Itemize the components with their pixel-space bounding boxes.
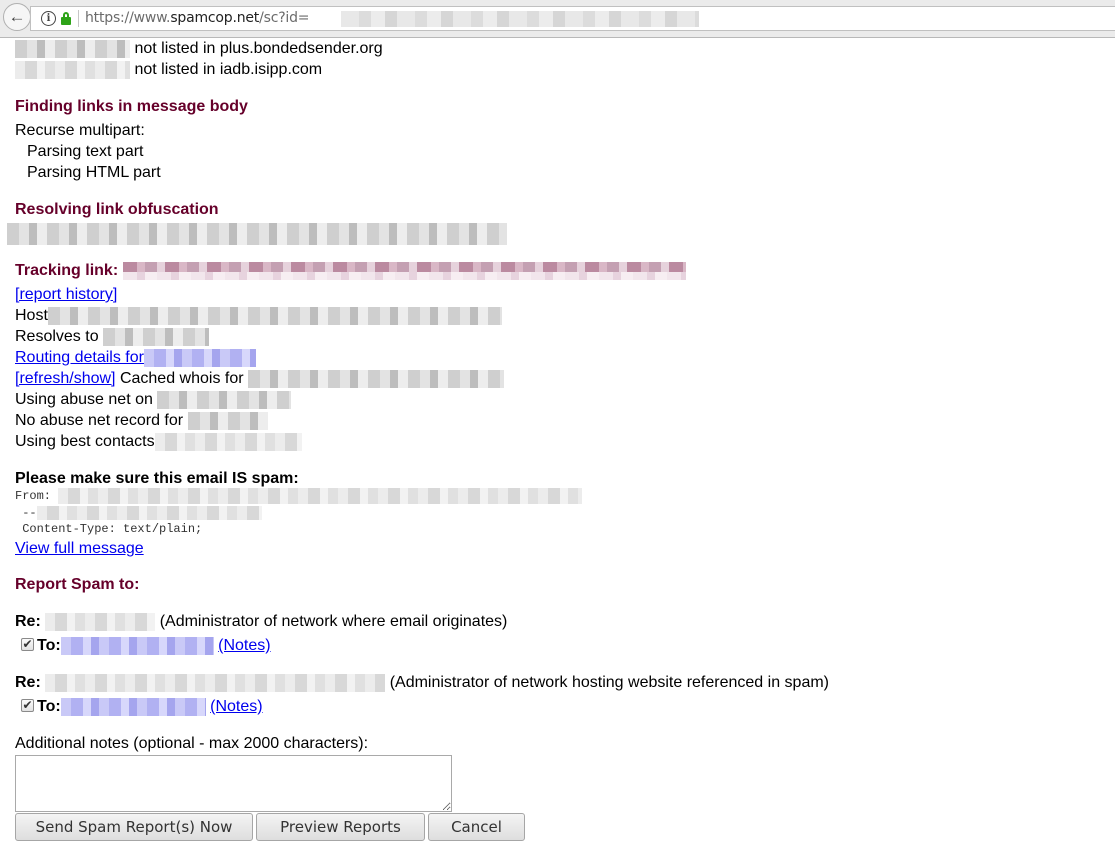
resolving-heading: Resolving link obfuscation <box>15 201 219 218</box>
parse-text-line: Parsing text part <box>27 143 144 160</box>
report-heading: Report Spam to: <box>15 576 140 593</box>
parse-html-line: Parsing HTML part <box>27 164 161 181</box>
redacted-domain <box>187 411 268 430</box>
content-type-line: Content-Type: text/plain; <box>15 522 203 536</box>
preview-reports-button[interactable]: Preview Reports <box>256 813 425 841</box>
refresh-show-link[interactable]: [refresh/show] <box>15 370 115 387</box>
redacted-network <box>45 673 386 692</box>
recipient-2-checkbox[interactable]: ✔ <box>21 699 34 712</box>
redacted-from <box>58 488 583 504</box>
notes-link[interactable]: (Notes) <box>218 637 270 654</box>
listing-line: not listed in iadb.isipp.com <box>15 59 322 80</box>
resolves-line: Resolves to <box>15 326 210 347</box>
recipient-re-line: Re: (Administrator of network hosting we… <box>15 673 829 692</box>
separator-line: -- <box>15 505 262 522</box>
redacted-host <box>47 306 502 325</box>
browser-toolbar: ← i https://www.spamcop.net/sc?id= <box>0 0 1115 38</box>
redacted-ip <box>103 327 210 346</box>
redacted-email <box>60 697 206 716</box>
redacted-domain <box>157 390 292 409</box>
notes-label: Additional notes (optional - max 2000 ch… <box>15 735 369 752</box>
host-line: Host <box>15 305 502 326</box>
view-full-message-link[interactable]: View full message <box>15 540 144 557</box>
best-contacts-line: Using best contacts <box>15 431 302 452</box>
listing-line: not listed in plus.bondedsender.org <box>15 38 383 59</box>
whois-line: [refresh/show] Cached whois for <box>15 368 505 389</box>
lock-icon <box>61 12 71 25</box>
url-text[interactable]: https://www.spamcop.net/sc?id= <box>85 10 310 26</box>
routing-details-link[interactable]: Routing details for <box>15 349 144 366</box>
redacted-contact <box>154 432 302 451</box>
redacted-tracking-link <box>122 261 686 280</box>
redacted-whois <box>248 369 505 388</box>
notes-link[interactable]: (Notes) <box>210 698 262 715</box>
abuse-net-line: Using abuse net on <box>15 389 292 410</box>
finding-links-heading: Finding links in message body <box>15 98 248 115</box>
redacted-ip <box>15 39 130 58</box>
redacted-resolved-link <box>7 223 507 245</box>
from-line: From: <box>15 488 583 505</box>
redacted-network <box>45 612 156 631</box>
report-history-link[interactable]: [report history] <box>15 286 117 303</box>
recipient-1-checkbox[interactable]: ✔ <box>21 638 34 651</box>
recurse-line: Recurse multipart: <box>15 122 145 139</box>
recipient-to-line: ✔ To: (Notes) <box>21 697 263 716</box>
tracking-line: Tracking link: <box>15 260 686 281</box>
redacted-ip-link[interactable] <box>143 348 256 367</box>
info-icon[interactable]: i <box>41 11 56 26</box>
redacted-boundary <box>36 505 262 520</box>
no-abuse-line: No abuse net record for <box>15 410 268 431</box>
routing-line[interactable]: Routing details for <box>15 347 256 368</box>
back-button[interactable]: ← <box>3 3 31 31</box>
back-arrow-icon: ← <box>8 7 26 26</box>
redacted-ip <box>15 60 130 79</box>
cancel-button[interactable]: Cancel <box>428 813 525 841</box>
tracking-heading: Tracking link: <box>15 262 119 279</box>
redacted-email <box>60 636 214 655</box>
url-separator <box>78 10 79 27</box>
recipient-re-line: Re: (Administrator of network where emai… <box>15 612 508 631</box>
recipient-to-line: ✔ To: (Notes) <box>21 636 271 655</box>
address-bar[interactable]: i https://www.spamcop.net/sc?id= <box>30 6 1115 31</box>
additional-notes-textarea[interactable] <box>15 755 452 812</box>
send-report-button[interactable]: Send Spam Report(s) Now <box>15 813 253 841</box>
redacted-url-id <box>341 11 699 27</box>
confirm-heading: Please make sure this email IS spam: <box>15 470 299 487</box>
